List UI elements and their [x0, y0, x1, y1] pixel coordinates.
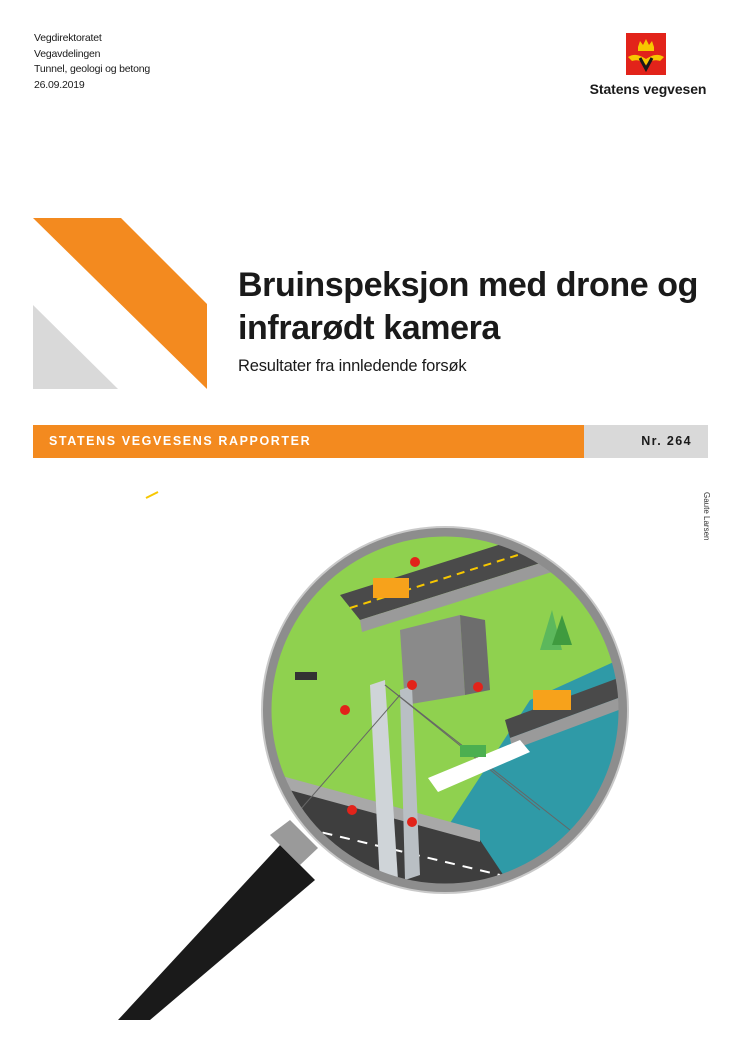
title-line-1: Bruinspeksjon med drone og [238, 266, 698, 304]
report-title: Bruinspeksjon med drone og infrarødt kam… [238, 264, 728, 350]
meta-directorate: Vegdirektoratet [34, 32, 102, 44]
statens-vegvesen-emblem-icon [626, 33, 666, 75]
magnifier-handle [118, 820, 318, 1020]
series-label: STATENS VEGVESENS RAPPORTER [49, 434, 312, 448]
title-line-2: infrarødt kamera [238, 309, 500, 347]
meta-date: 26.09.2019 [34, 78, 85, 91]
report-meta: Vegdirektoratet Vegavdelingen Tunnel, ge… [34, 31, 150, 93]
magnifying-glass-bridge-inspection-icon [118, 491, 629, 1020]
series-band-grey: Nr. 264 [584, 425, 708, 458]
series-band: STATENS VEGVESENS RAPPORTER Nr. 264 [33, 425, 708, 458]
series-band-orange: STATENS VEGVESENS RAPPORTER [33, 425, 584, 458]
logo-wordmark: Statens vegvesen [589, 81, 707, 97]
report-number: Nr. 264 [641, 434, 692, 448]
meta-department: Vegavdelingen [34, 47, 101, 60]
statens-vegvesen-logo: Statens vegvesen [578, 33, 718, 103]
decorative-corner-shapes [33, 218, 207, 389]
report-subtitle: Resultater fra innledende forsøk [238, 357, 467, 375]
photo-credit: Gaute Larsen [702, 492, 711, 541]
meta-section: Tunnel, geologi og betong [34, 63, 151, 75]
